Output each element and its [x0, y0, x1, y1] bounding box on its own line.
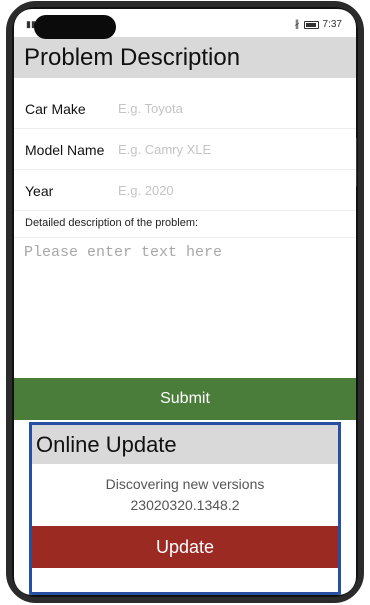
app-screen: ▮▮▯ ⊙ • ∦ 7:37 Problem Description Car M…	[14, 9, 356, 595]
online-update-panel: Online Update Discovering new versions 2…	[29, 422, 341, 595]
problem-description-title: Problem Description	[24, 43, 241, 71]
car-make-label: Car Make	[25, 100, 86, 117]
online-update-title: Online Update	[36, 431, 177, 457]
car-make-row: Car Make	[14, 89, 356, 129]
year-input[interactable]	[118, 183, 328, 198]
detail-description-textarea[interactable]	[24, 244, 346, 372]
bluetooth-icon: ∦	[294, 19, 300, 30]
camera-cutout	[34, 15, 116, 39]
submit-button[interactable]: Submit	[14, 378, 356, 420]
model-name-label: Model Name	[25, 141, 105, 158]
year-row: Year	[14, 171, 356, 211]
update-version-text: 23020320.1348.2	[130, 497, 240, 513]
update-status-text: Discovering new versions	[105, 476, 265, 492]
detail-description-label: Detailed description of the problem:	[25, 217, 199, 229]
problem-description-header: Problem Description	[14, 37, 356, 78]
online-update-header: Online Update	[32, 425, 338, 464]
model-name-row: Model Name	[14, 130, 356, 170]
update-button-label: Update	[155, 536, 215, 557]
submit-button-label: Submit	[160, 390, 210, 407]
status-bar-right: ∦ 7:37	[295, 19, 342, 30]
year-label: Year	[25, 182, 54, 199]
car-make-input[interactable]	[118, 101, 328, 116]
model-name-input[interactable]	[118, 142, 328, 157]
update-button[interactable]: Update	[32, 526, 338, 568]
battery-icon	[303, 20, 319, 29]
detail-divider	[14, 237, 356, 238]
status-time: 7:37	[322, 19, 342, 30]
